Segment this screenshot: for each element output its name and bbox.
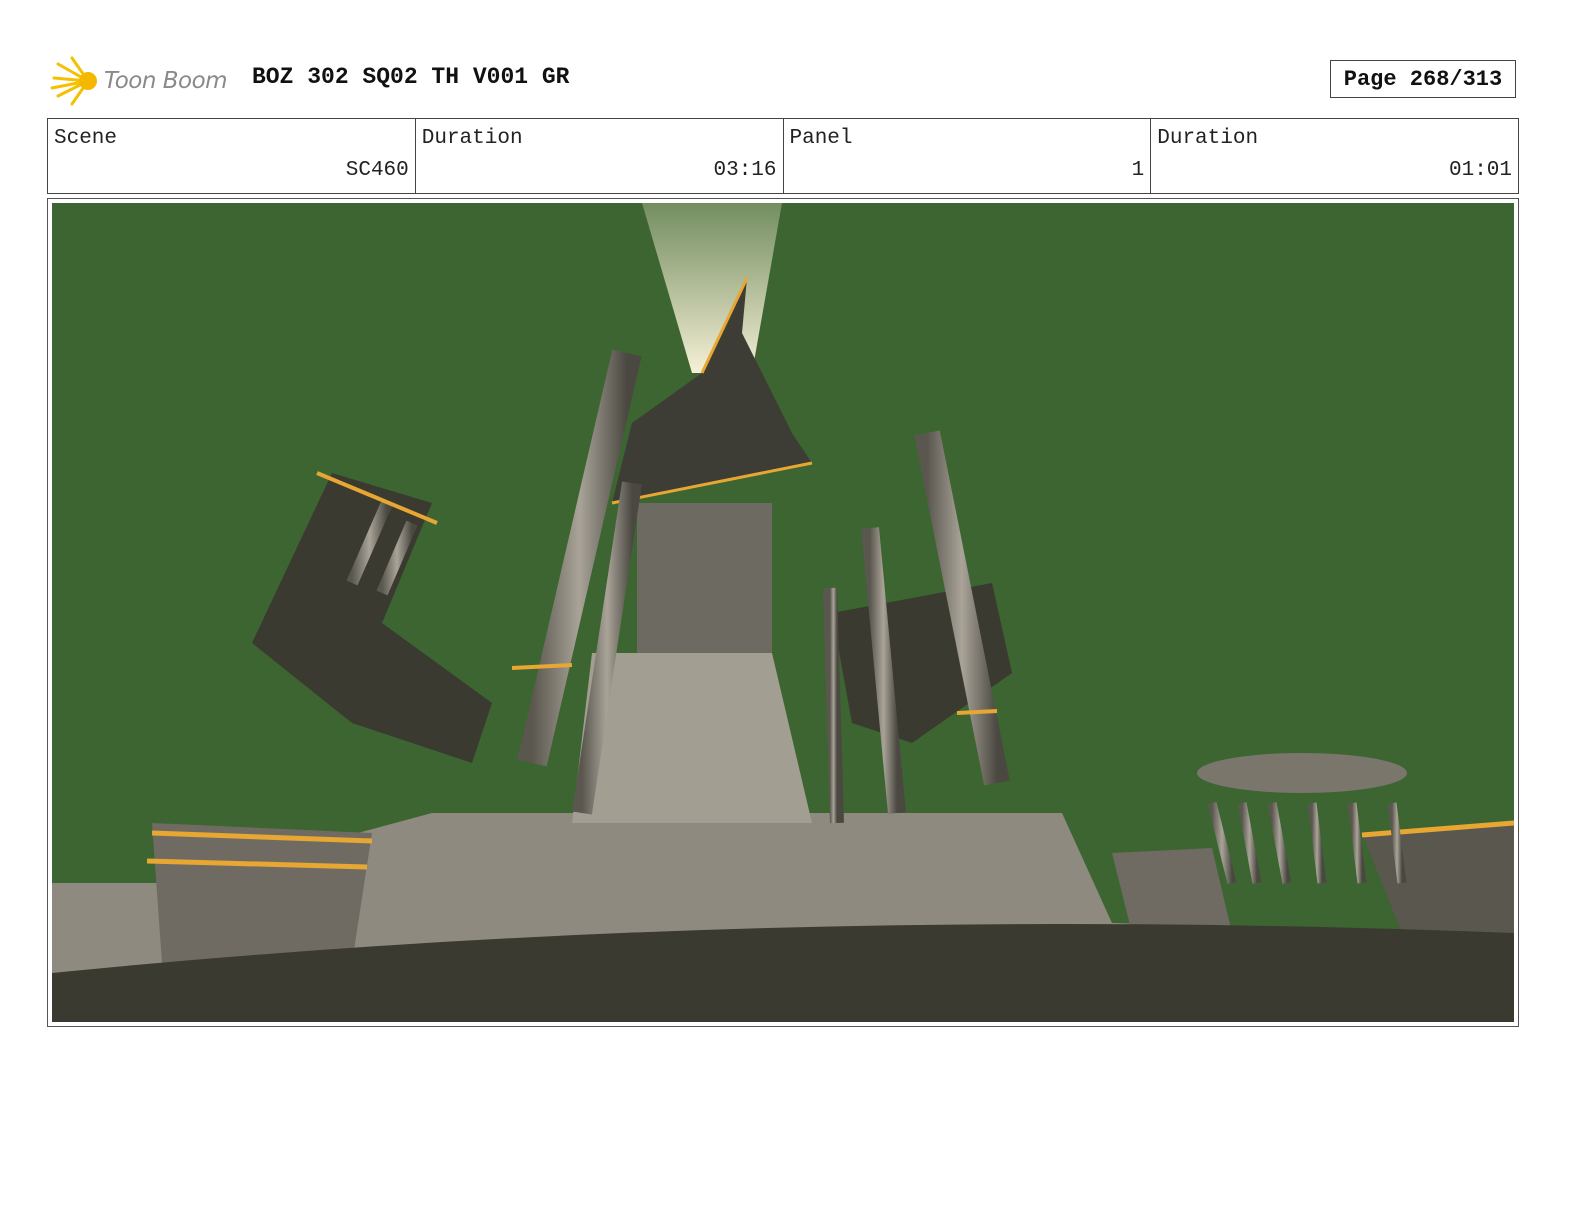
scene-duration-value: 03:16 [713, 159, 777, 182]
panel-image-temple [52, 203, 1514, 1022]
scene-duration-cell: Duration 03:16 [416, 119, 784, 193]
scene-cell: Scene SC460 [48, 119, 416, 193]
logo-text: Toon Boom [104, 68, 228, 94]
panel-info-table: Scene SC460 Duration 03:16 Panel 1 Durat… [47, 118, 1519, 194]
panel-duration-cell: Duration 01:01 [1151, 119, 1518, 193]
panel-frame [47, 198, 1519, 1027]
starburst-icon [50, 56, 97, 106]
panel-value: 1 [1131, 159, 1145, 182]
panel-label: Panel [789, 127, 853, 150]
page-number: Page 268/313 [1330, 60, 1516, 98]
temple-doorway [637, 503, 772, 653]
scene-label: Scene [54, 127, 118, 150]
panel-cell: Panel 1 [784, 119, 1152, 193]
toon-boom-logo: Toon Boom [50, 56, 240, 106]
panel-duration-label: Duration [1157, 127, 1259, 150]
right-pedestal [1112, 848, 1232, 933]
project-title: BOZ 302 SQ02 TH V001 GR [252, 64, 570, 90]
scene-value: SC460 [345, 159, 409, 182]
panel-duration-value: 01:01 [1448, 159, 1512, 182]
storyboard-page: Toon Boom BOZ 302 SQ02 TH V001 GR Page 2… [0, 0, 1584, 1224]
scene-duration-label: Duration [421, 127, 523, 150]
left-pedestal [152, 823, 372, 963]
rotunda-roof [1197, 753, 1407, 793]
